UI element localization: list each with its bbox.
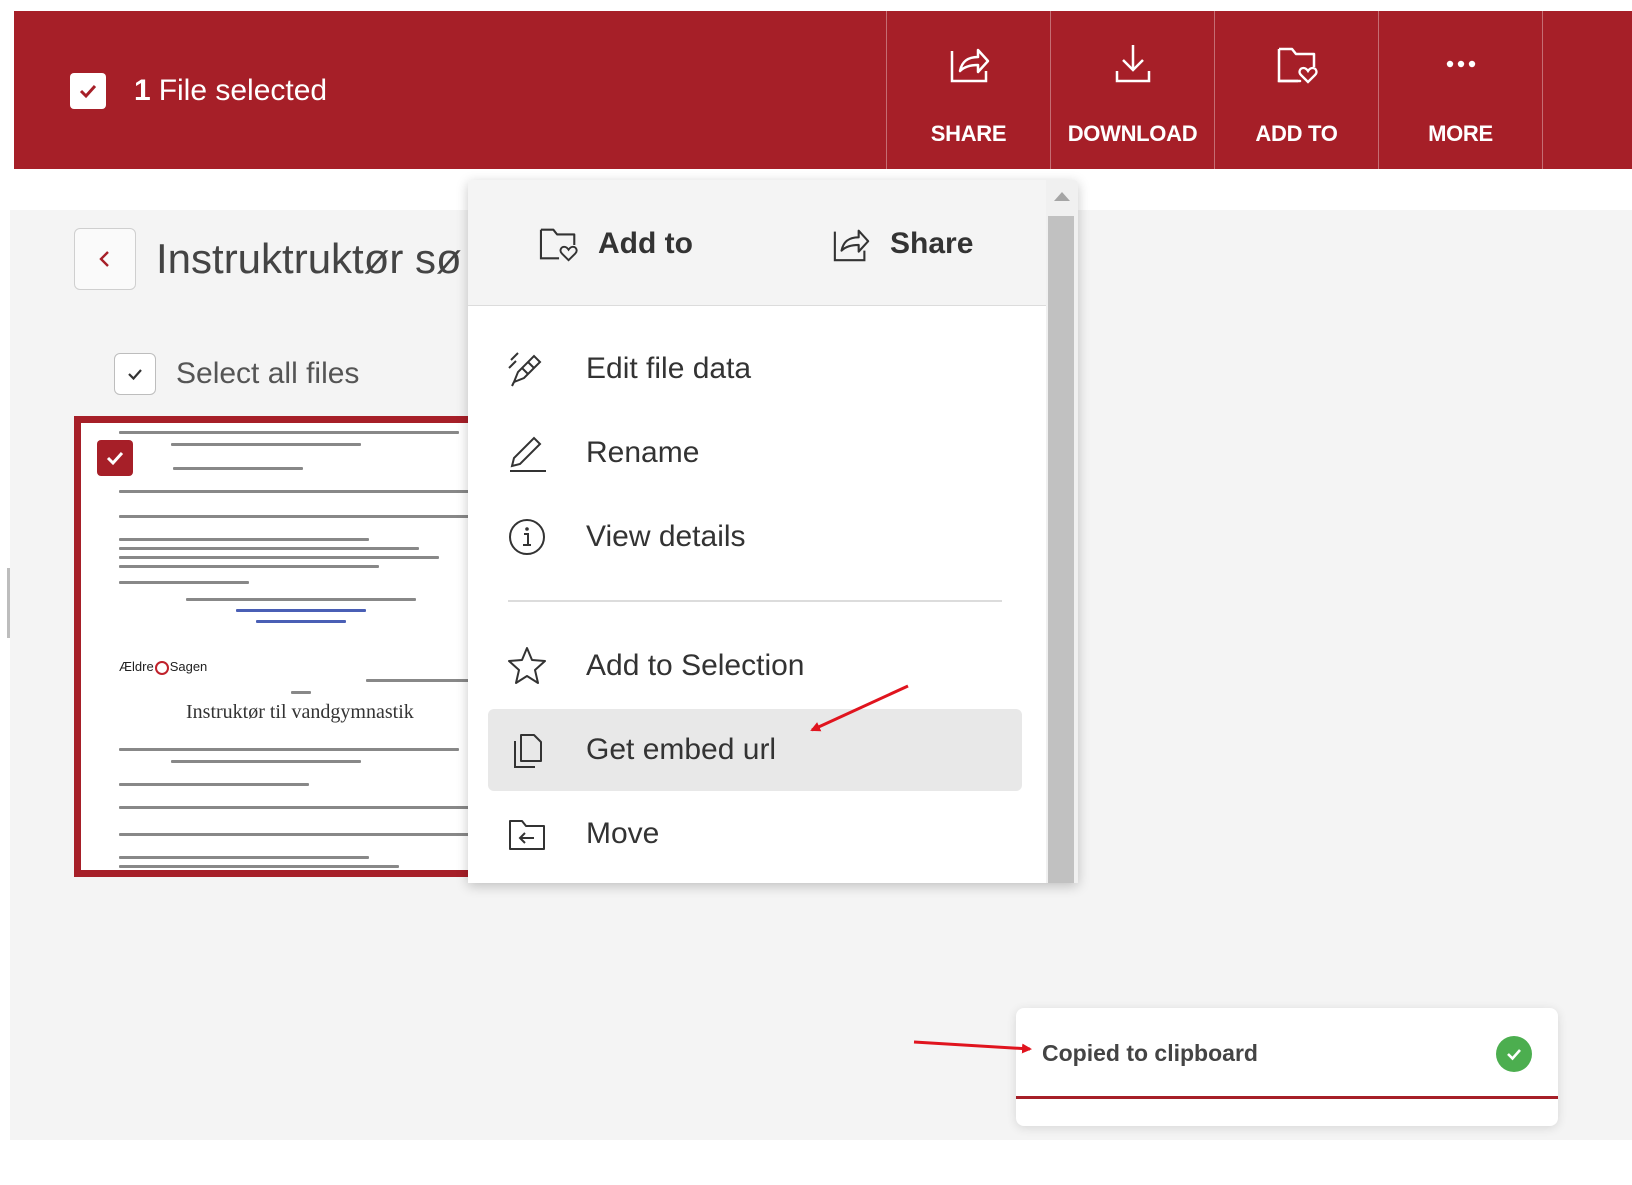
doc-text-line [119, 556, 439, 559]
more-icon [1446, 60, 1475, 68]
share-button[interactable]: SHARE [886, 11, 1050, 169]
doc-text-line [119, 547, 419, 550]
menu-share-button[interactable]: Share [830, 224, 973, 264]
download-icon [1115, 45, 1150, 83]
folder-title: Instruktruktør sø [156, 235, 462, 282]
toast-message: Copied to clipboard [1042, 1040, 1258, 1066]
success-check-icon [1496, 1036, 1532, 1072]
download-button-label: DOWNLOAD [1067, 121, 1198, 146]
doc-text-line [171, 760, 361, 763]
doc-text-line [119, 515, 494, 518]
doc-text-line [119, 565, 379, 568]
menu-scrollbar-thumb[interactable] [1048, 216, 1074, 883]
add-to-button[interactable]: ADD TO [1214, 11, 1378, 169]
toast-notification: Copied to clipboard [1016, 1008, 1558, 1126]
menu-item-label: Edit file data [586, 352, 752, 385]
doc-text-line [119, 783, 309, 786]
folder-heart-icon [539, 228, 578, 262]
left-edge-divider [7, 568, 10, 638]
select-all-label: Select all files [176, 357, 360, 390]
menu-item-label: Rename [586, 436, 700, 469]
context-menu-header: Add to Share [468, 180, 1046, 306]
menu-share-label: Share [890, 227, 974, 260]
doc-link-line [236, 609, 366, 612]
checkmark-icon [128, 369, 142, 381]
selection-count-label: 1 File selected [134, 71, 327, 111]
select-all-checkbox[interactable] [114, 353, 156, 395]
menu-add-to-button[interactable]: Add to [538, 224, 693, 264]
share-icon [950, 48, 989, 83]
context-menu: Add to Share Edit file data Rename View … [468, 180, 1078, 883]
doc-text-line [119, 490, 494, 493]
add-to-button-label: ADD TO [1255, 121, 1338, 146]
doc-text-line [291, 691, 311, 694]
menu-item-move[interactable]: Move [488, 793, 1022, 875]
selection-checkbox[interactable] [70, 73, 106, 109]
menu-item-label: Move [586, 817, 660, 850]
doc-text-line [119, 856, 369, 859]
share-icon [833, 229, 870, 262]
folder-heart-icon [1277, 47, 1318, 84]
document-title: Instruktør til vandgymnastik [186, 701, 414, 723]
back-button[interactable] [74, 228, 136, 290]
menu-item-rename[interactable]: Rename [488, 412, 1022, 494]
edit-data-icon [508, 352, 542, 387]
doc-text-line [119, 748, 459, 751]
file-thumbnail[interactable]: Ældre Sagen Instruktør til vandgymnastik [74, 416, 494, 877]
menu-item-label: View details [586, 520, 746, 553]
doc-text-line [119, 865, 399, 868]
aeldresagen-logo: Ældre Sagen [119, 659, 208, 675]
doc-text-line [119, 431, 459, 434]
toolbar-actions: SHARE DOWNLOAD ADD TO MORE [886, 11, 1543, 169]
menu-add-to-label: Add to [598, 227, 693, 260]
doc-text-line [173, 467, 303, 470]
more-button[interactable]: MORE [1378, 11, 1543, 169]
doc-text-line [119, 581, 249, 584]
menu-item-label: Add to Selection [586, 649, 805, 682]
chevron-left-icon [99, 251, 109, 267]
doc-text-line [171, 443, 361, 446]
download-button[interactable]: DOWNLOAD [1050, 11, 1214, 169]
doc-text-line [119, 538, 369, 541]
menu-item-view-details[interactable]: View details [488, 496, 1022, 578]
thumbnail-checkbox[interactable] [97, 440, 133, 476]
doc-text-line [119, 806, 494, 809]
selection-text: File selected [158, 74, 328, 107]
star-icon [508, 647, 546, 684]
menu-item-add-to-selection[interactable]: Add to Selection [488, 625, 1022, 707]
menu-item-get-embed-url[interactable]: Get embed url [488, 709, 1022, 791]
share-button-label: SHARE [930, 121, 1007, 146]
menu-item-label: Get embed url [586, 733, 777, 766]
scroll-up-arrow-icon[interactable] [1054, 192, 1070, 201]
selection-toolbar: 1 File selected SHARE DOWNLOAD ADD TO MO… [14, 11, 1632, 169]
menu-item-edit-file-data[interactable]: Edit file data [488, 328, 1022, 410]
info-icon [509, 519, 545, 555]
selection-count: 1 [134, 74, 151, 107]
pencil-icon [510, 436, 546, 472]
checkmark-icon [106, 451, 124, 466]
doc-text-line [119, 833, 494, 836]
doc-text-line [186, 598, 416, 601]
menu-divider [508, 600, 1002, 602]
doc-link-line [256, 620, 346, 623]
checkmark-icon [79, 84, 97, 99]
copy-icon [514, 734, 542, 768]
more-button-label: MORE [1428, 121, 1493, 146]
folder-move-icon [509, 820, 545, 850]
toast-progress-bar [1016, 1096, 1558, 1099]
